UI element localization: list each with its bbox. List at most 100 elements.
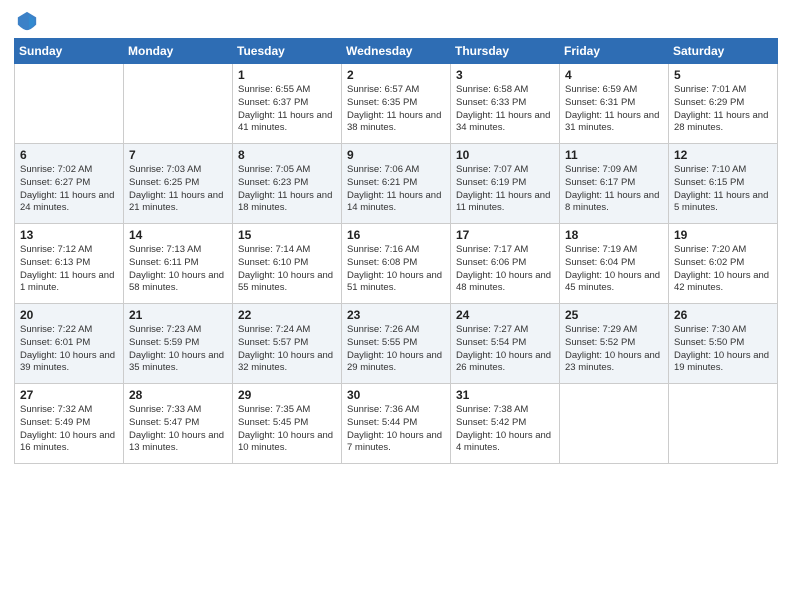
day-detail: Sunrise: 7:07 AMSunset: 6:19 PMDaylight:…: [456, 164, 554, 215]
day-detail: Sunrise: 6:55 AMSunset: 6:37 PMDaylight:…: [238, 84, 336, 135]
day-detail: Sunrise: 7:05 AMSunset: 6:23 PMDaylight:…: [238, 164, 336, 215]
calendar-cell: 3 Sunrise: 6:58 AMSunset: 6:33 PMDaylight…: [451, 64, 560, 144]
calendar-cell: 31 Sunrise: 7:38 AMSunset: 5:42 PMDayligh…: [451, 384, 560, 464]
day-header-friday: Friday: [560, 39, 669, 64]
day-detail: Sunrise: 7:27 AMSunset: 5:54 PMDaylight:…: [456, 324, 554, 375]
day-number: 16: [347, 228, 445, 242]
calendar-cell: 11 Sunrise: 7:09 AMSunset: 6:17 PMDayligh…: [560, 144, 669, 224]
day-number: 23: [347, 308, 445, 322]
day-detail: Sunrise: 7:32 AMSunset: 5:49 PMDaylight:…: [20, 404, 118, 455]
day-detail: Sunrise: 7:38 AMSunset: 5:42 PMDaylight:…: [456, 404, 554, 455]
day-header-tuesday: Tuesday: [233, 39, 342, 64]
calendar-week-5: 27 Sunrise: 7:32 AMSunset: 5:49 PMDayligh…: [15, 384, 778, 464]
day-number: 27: [20, 388, 118, 402]
calendar-cell: 7Sunrise: 7:03 AMSunset: 6:25 PMDaylight…: [124, 144, 233, 224]
calendar-week-2: 6 Sunrise: 7:02 AMSunset: 6:27 PMDaylight…: [15, 144, 778, 224]
day-number: 21: [129, 308, 227, 322]
day-number: 5: [674, 68, 772, 82]
calendar-cell: 25 Sunrise: 7:29 AMSunset: 5:52 PMDayligh…: [560, 304, 669, 384]
day-detail: Sunrise: 7:01 AMSunset: 6:29 PMDaylight:…: [674, 84, 772, 135]
calendar-cell: 5 Sunrise: 7:01 AMSunset: 6:29 PMDaylight…: [669, 64, 778, 144]
day-number: 1: [238, 68, 336, 82]
day-number: 13: [20, 228, 118, 242]
calendar-cell: 22Sunrise: 7:24 AMSunset: 5:57 PMDayligh…: [233, 304, 342, 384]
calendar-cell: 24 Sunrise: 7:27 AMSunset: 5:54 PMDayligh…: [451, 304, 560, 384]
day-detail: Sunrise: 6:59 AMSunset: 6:31 PMDaylight:…: [565, 84, 663, 135]
calendar-cell: 12 Sunrise: 7:10 AMSunset: 6:15 PMDayligh…: [669, 144, 778, 224]
day-number: 18: [565, 228, 663, 242]
calendar-cell: 21 Sunrise: 7:23 AMSunset: 5:59 PMDayligh…: [124, 304, 233, 384]
calendar-cell: 9 Sunrise: 7:06 AMSunset: 6:21 PMDaylight…: [342, 144, 451, 224]
calendar-cell: [669, 384, 778, 464]
day-number: 10: [456, 148, 554, 162]
calendar-cell: [15, 64, 124, 144]
day-number: 24: [456, 308, 554, 322]
day-number: 31: [456, 388, 554, 402]
logo-area: [14, 10, 38, 32]
calendar-cell: 18 Sunrise: 7:19 AMSunset: 6:04 PMDayligh…: [560, 224, 669, 304]
day-detail: Sunrise: 7:14 AMSunset: 6:10 PMDaylight:…: [238, 244, 336, 295]
day-detail: Sunrise: 7:35 AMSunset: 5:45 PMDaylight:…: [238, 404, 336, 455]
day-number: 4: [565, 68, 663, 82]
day-detail: Sunrise: 7:36 AMSunset: 5:44 PMDaylight:…: [347, 404, 445, 455]
calendar-cell: 23 Sunrise: 7:26 AMSunset: 5:55 PMDayligh…: [342, 304, 451, 384]
day-detail: Sunrise: 6:57 AMSunset: 6:35 PMDaylight:…: [347, 84, 445, 135]
day-header-thursday: Thursday: [451, 39, 560, 64]
calendar-cell: 26 Sunrise: 7:30 AMSunset: 5:50 PMDayligh…: [669, 304, 778, 384]
calendar-cell: 13Sunrise: 7:12 AMSunset: 6:13 PMDayligh…: [15, 224, 124, 304]
calendar-cell: 17 Sunrise: 7:17 AMSunset: 6:06 PMDayligh…: [451, 224, 560, 304]
calendar-header-row: SundayMondayTuesdayWednesdayThursdayFrid…: [15, 39, 778, 64]
calendar-cell: 6 Sunrise: 7:02 AMSunset: 6:27 PMDaylight…: [15, 144, 124, 224]
day-detail: Sunrise: 7:26 AMSunset: 5:55 PMDaylight:…: [347, 324, 445, 375]
day-detail: Sunrise: 7:20 AMSunset: 6:02 PMDaylight:…: [674, 244, 772, 295]
day-number: 14: [129, 228, 227, 242]
calendar-cell: 27 Sunrise: 7:32 AMSunset: 5:49 PMDayligh…: [15, 384, 124, 464]
calendar-cell: 29 Sunrise: 7:35 AMSunset: 5:45 PMDayligh…: [233, 384, 342, 464]
calendar-cell: 8 Sunrise: 7:05 AMSunset: 6:23 PMDaylight…: [233, 144, 342, 224]
calendar-week-1: 1 Sunrise: 6:55 AMSunset: 6:37 PMDaylight…: [15, 64, 778, 144]
calendar-cell: 10 Sunrise: 7:07 AMSunset: 6:19 PMDayligh…: [451, 144, 560, 224]
calendar-week-4: 20 Sunrise: 7:22 AMSunset: 6:01 PMDayligh…: [15, 304, 778, 384]
day-detail: Sunrise: 7:10 AMSunset: 6:15 PMDaylight:…: [674, 164, 772, 215]
day-number: 6: [20, 148, 118, 162]
day-number: 12: [674, 148, 772, 162]
calendar-cell: 1 Sunrise: 6:55 AMSunset: 6:37 PMDaylight…: [233, 64, 342, 144]
calendar-page: SundayMondayTuesdayWednesdayThursdayFrid…: [0, 0, 792, 612]
day-detail: Sunrise: 7:13 AMSunset: 6:11 PMDaylight:…: [129, 244, 227, 295]
day-number: 8: [238, 148, 336, 162]
calendar-cell: 28Sunrise: 7:33 AMSunset: 5:47 PMDayligh…: [124, 384, 233, 464]
day-detail: Sunrise: 7:29 AMSunset: 5:52 PMDaylight:…: [565, 324, 663, 375]
day-number: 15: [238, 228, 336, 242]
day-number: 26: [674, 308, 772, 322]
day-detail: Sunrise: 7:24 AMSunset: 5:57 PMDaylight:…: [238, 324, 336, 375]
day-detail: Sunrise: 7:17 AMSunset: 6:06 PMDaylight:…: [456, 244, 554, 295]
calendar-cell: [124, 64, 233, 144]
day-detail: Sunrise: 7:19 AMSunset: 6:04 PMDaylight:…: [565, 244, 663, 295]
day-detail: Sunrise: 7:22 AMSunset: 6:01 PMDaylight:…: [20, 324, 118, 375]
logo: [14, 10, 38, 32]
day-number: 20: [20, 308, 118, 322]
day-number: 3: [456, 68, 554, 82]
day-detail: Sunrise: 7:23 AMSunset: 5:59 PMDaylight:…: [129, 324, 227, 375]
day-detail: Sunrise: 7:03 AMSunset: 6:25 PMDaylight:…: [129, 164, 227, 215]
day-number: 9: [347, 148, 445, 162]
day-detail: Sunrise: 7:02 AMSunset: 6:27 PMDaylight:…: [20, 164, 118, 215]
day-header-monday: Monday: [124, 39, 233, 64]
day-detail: Sunrise: 7:06 AMSunset: 6:21 PMDaylight:…: [347, 164, 445, 215]
day-number: 29: [238, 388, 336, 402]
day-number: 30: [347, 388, 445, 402]
day-number: 25: [565, 308, 663, 322]
day-detail: Sunrise: 7:16 AMSunset: 6:08 PMDaylight:…: [347, 244, 445, 295]
logo-icon: [16, 10, 38, 32]
day-number: 17: [456, 228, 554, 242]
calendar-cell: 19Sunrise: 7:20 AMSunset: 6:02 PMDayligh…: [669, 224, 778, 304]
calendar-table: SundayMondayTuesdayWednesdayThursdayFrid…: [14, 38, 778, 464]
day-number: 11: [565, 148, 663, 162]
calendar-cell: 15 Sunrise: 7:14 AMSunset: 6:10 PMDayligh…: [233, 224, 342, 304]
calendar-cell: 20 Sunrise: 7:22 AMSunset: 6:01 PMDayligh…: [15, 304, 124, 384]
calendar-cell: 16 Sunrise: 7:16 AMSunset: 6:08 PMDayligh…: [342, 224, 451, 304]
day-detail: Sunrise: 7:09 AMSunset: 6:17 PMDaylight:…: [565, 164, 663, 215]
day-detail: Sunrise: 7:30 AMSunset: 5:50 PMDaylight:…: [674, 324, 772, 375]
day-number: 28: [129, 388, 227, 402]
day-detail: Sunrise: 6:58 AMSunset: 6:33 PMDaylight:…: [456, 84, 554, 135]
